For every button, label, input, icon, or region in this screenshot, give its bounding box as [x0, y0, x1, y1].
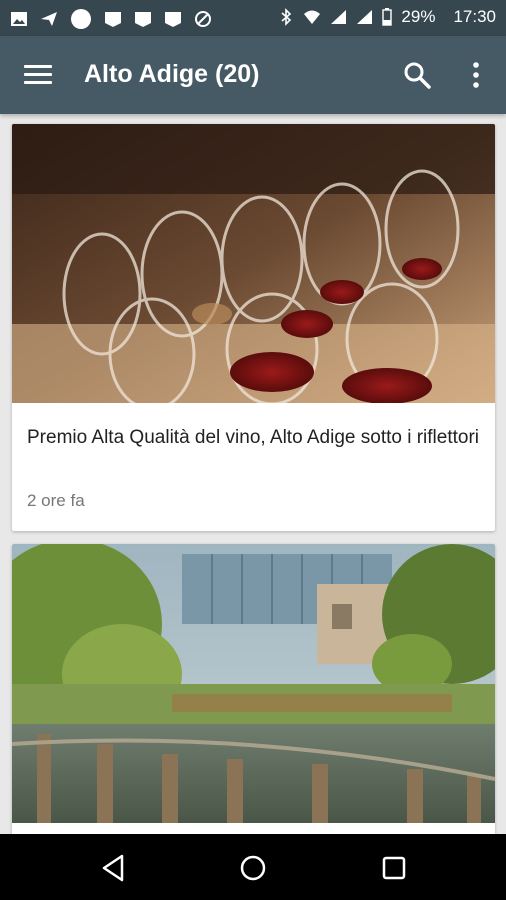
system-icons: 29% 17:30 — [277, 7, 496, 27]
more-vert-icon[interactable] — [466, 60, 486, 90]
wifi-icon — [304, 10, 321, 24]
blocked-icon — [195, 11, 211, 27]
lake-building-photo — [12, 544, 495, 823]
notification-icons — [10, 8, 212, 30]
recents-icon[interactable] — [376, 850, 412, 886]
article-time: 2 ore fa — [27, 491, 85, 510]
circle-notification-icon — [71, 9, 91, 29]
menu-icon[interactable] — [22, 60, 54, 90]
app-bar: Alto Adige (20) — [0, 36, 506, 114]
search-icon[interactable] — [402, 60, 432, 90]
status-bar: 29% 17:30 — [0, 0, 506, 36]
shield-notification-icon — [105, 12, 121, 27]
article-card[interactable]: Premio Alta Qualità del vino, Alto Adige… — [12, 124, 495, 531]
home-icon[interactable] — [235, 850, 271, 886]
gallery-icon — [11, 12, 27, 26]
page-title: Alto Adige (20) — [84, 60, 260, 88]
article-card[interactable] — [12, 544, 495, 834]
battery-percent: 29% — [401, 7, 436, 26]
bluetooth-icon — [281, 8, 292, 26]
send-icon — [41, 12, 57, 26]
signal-icon — [357, 10, 373, 24]
signal-icon — [331, 10, 347, 24]
navigation-bar — [0, 834, 506, 900]
battery-icon — [382, 8, 393, 26]
wine-glasses-photo — [12, 124, 495, 403]
article-title[interactable]: Premio Alta Qualità del vino, Alto Adige… — [27, 424, 482, 452]
clock: 17:30 — [453, 7, 496, 26]
shield-notification-icon — [165, 12, 181, 27]
shield-notification-icon — [135, 12, 151, 27]
article-feed[interactable]: Premio Alta Qualità del vino, Alto Adige… — [0, 114, 506, 834]
back-icon[interactable] — [96, 850, 132, 886]
